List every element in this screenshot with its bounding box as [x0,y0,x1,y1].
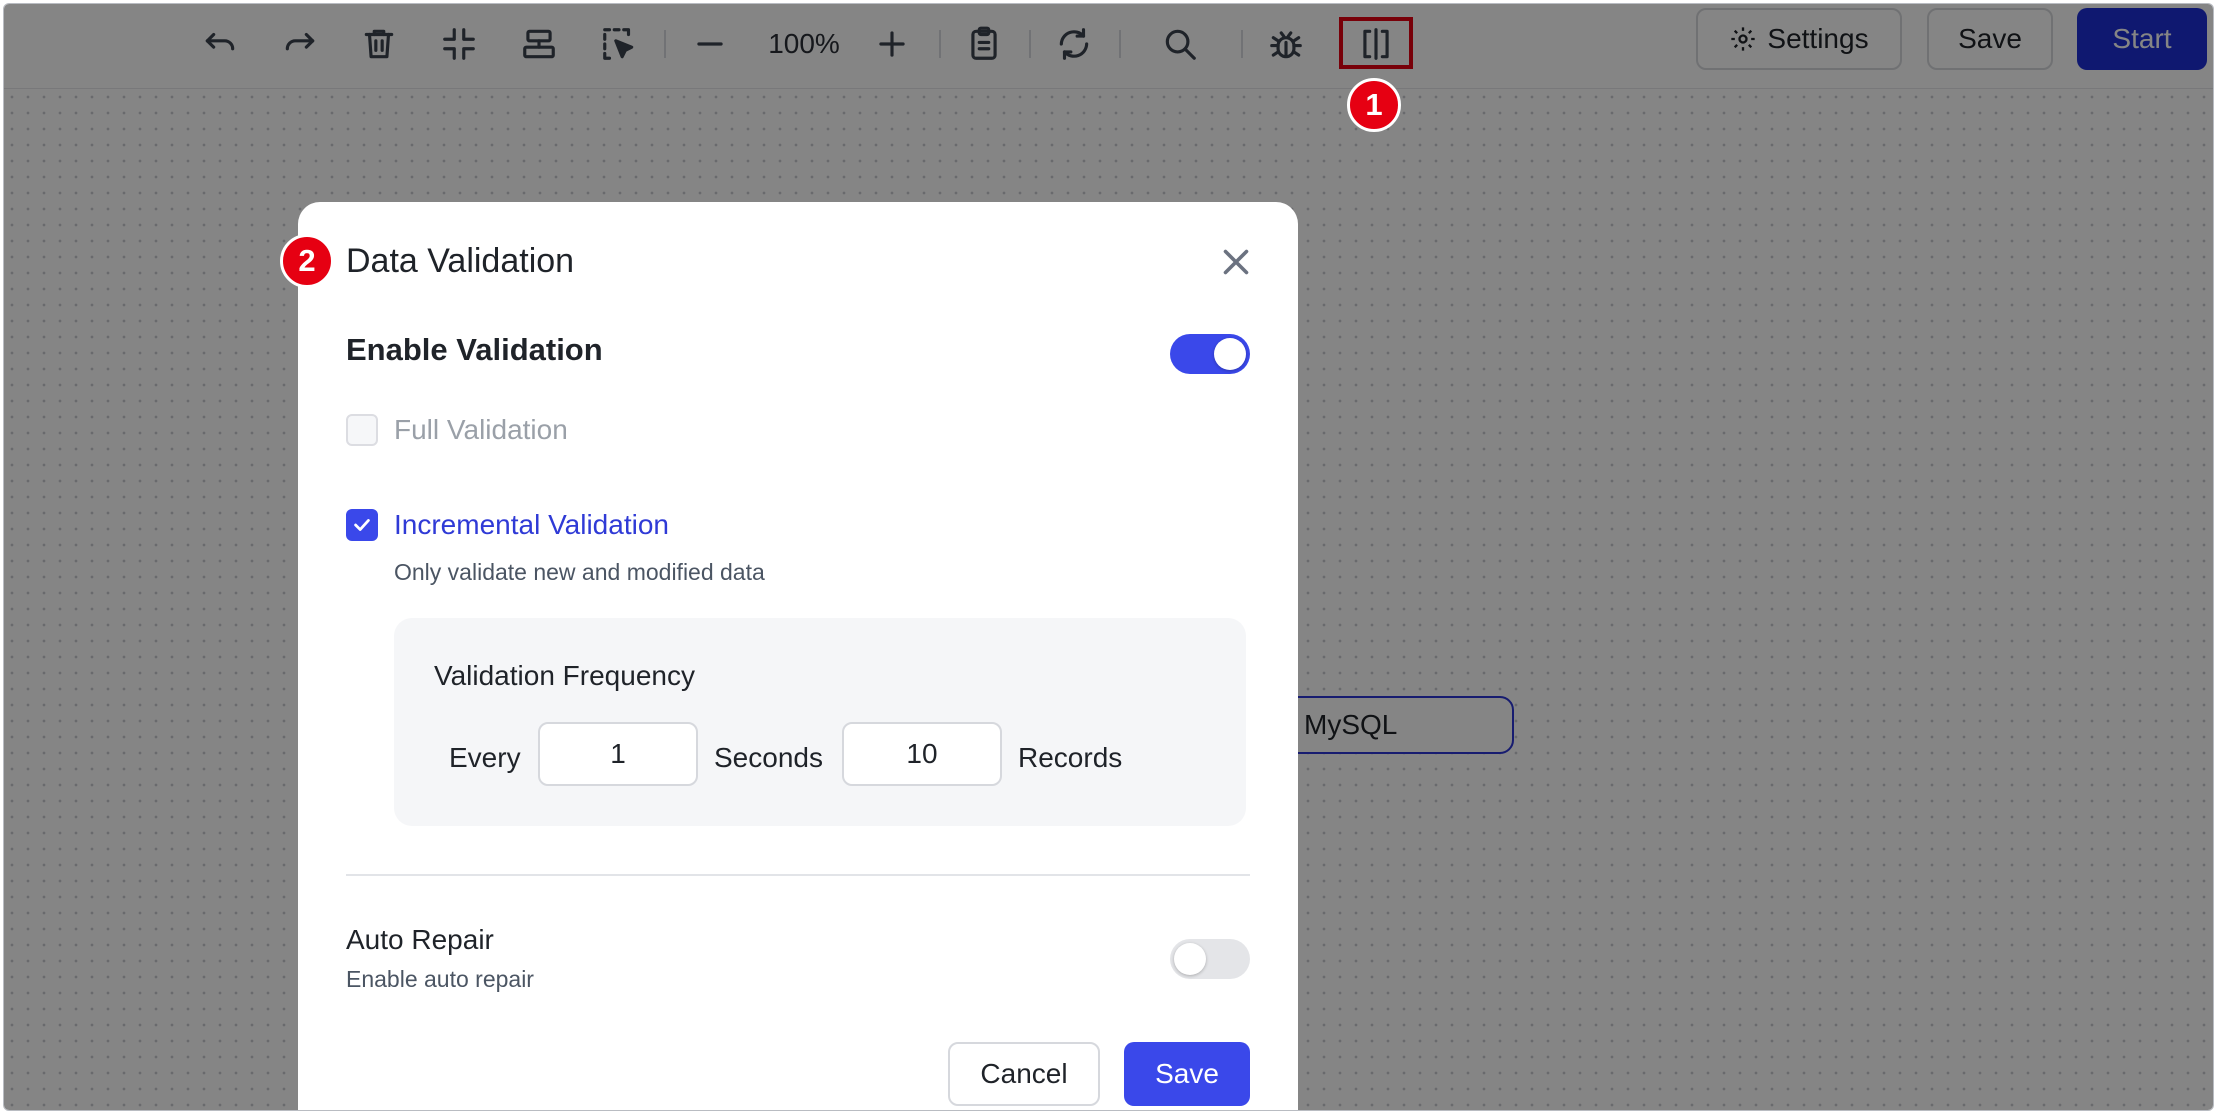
records-input[interactable] [842,722,1002,786]
dialog-title: Data Validation [346,242,575,280]
seconds-input[interactable] [538,722,698,786]
data-validation-dialog: Data Validation Enable Validation Full V… [298,202,1298,1110]
cancel-label: Cancel [980,1058,1068,1089]
cancel-button[interactable]: Cancel [948,1042,1100,1106]
every-label: Every [449,742,521,773]
validation-frequency-panel: Validation Frequency Every Seconds Recor… [394,618,1246,826]
annotation-badge-1: 1 [1347,78,1401,132]
incremental-validation-checkbox[interactable] [346,509,378,541]
full-validation-checkbox[interactable] [346,414,378,446]
validation-frequency-title: Validation Frequency [434,660,695,691]
auto-repair-description: Enable auto repair [346,966,534,992]
app-window: 100% Settings Save Start MySQL Data Vali… [3,3,2214,1111]
save-button[interactable]: Save [1124,1042,1250,1106]
auto-repair-toggle[interactable] [1170,939,1250,979]
check-icon [354,519,370,531]
records-label: Records [1018,742,1123,773]
save-label: Save [1155,1058,1219,1089]
divider [346,874,1250,876]
enable-validation-label: Enable Validation [346,332,603,367]
close-icon[interactable] [1218,244,1254,280]
incremental-validation-label: Incremental Validation [394,509,669,540]
full-validation-label: Full Validation [394,414,568,445]
incremental-validation-description: Only validate new and modified data [394,559,765,585]
annotation-badge-2: 2 [280,234,334,288]
seconds-label: Seconds [714,742,823,773]
enable-validation-toggle[interactable] [1170,334,1250,374]
auto-repair-label: Auto Repair [346,924,494,955]
